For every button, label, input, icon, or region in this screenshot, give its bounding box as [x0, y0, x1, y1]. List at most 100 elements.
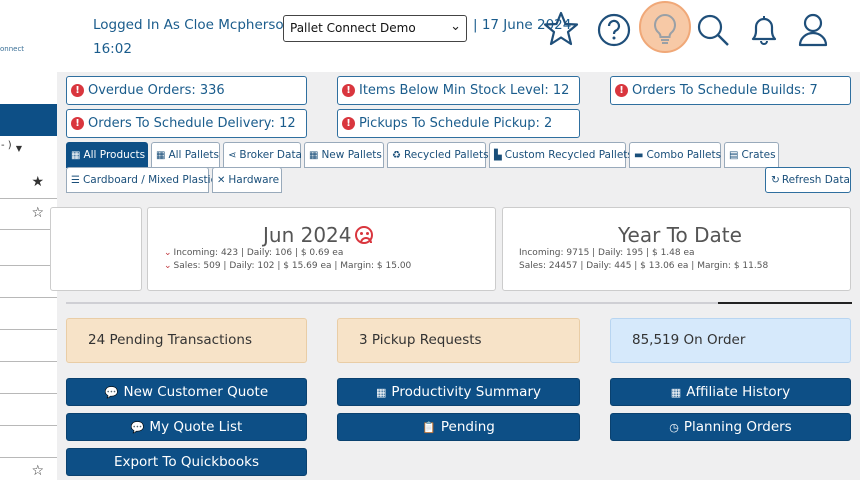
summary-month-sales: ⌄ Sales: 509 | Daily: 102 | $ 15.69 ea | … [164, 261, 411, 271]
user-icon[interactable] [792, 8, 834, 50]
alert-orders-to-schedule-delivery[interactable]: ! Orders To Schedule Delivery: 12 [66, 109, 307, 138]
my-quote-list-button[interactable]: 💬 My Quote List [66, 413, 307, 441]
pallet-icon: ▦ [309, 150, 319, 161]
sidebar-row[interactable]: ☆ [0, 454, 57, 480]
summary-card-month: Jun 2024 ⌄ Incoming: 423 | Daily: 106 | $… [147, 207, 496, 291]
lightbulb-icon[interactable] [644, 8, 686, 50]
sidebar-row[interactable]: ☆ [0, 199, 57, 230]
tab-crates[interactable]: ▤ Crates [724, 142, 779, 168]
sidebar-row[interactable] [0, 363, 57, 394]
tab-cardboard-mixed-plastic[interactable]: ☰ Cardboard / Mixed Plastic [66, 167, 216, 193]
chart-icon: ▙ [494, 150, 502, 161]
tab-label: All Products [83, 149, 146, 161]
alert-label: Orders To Schedule Delivery: 12 [88, 116, 296, 131]
new-customer-quote-button[interactable]: 💬 New Customer Quote [66, 378, 307, 406]
button-label: Export To Quickbooks [113, 454, 260, 470]
tab-custom-recycled-pallets[interactable]: ▙ Custom Recycled Pallets [489, 142, 633, 168]
clipboard-icon: 📋 [422, 421, 436, 434]
summary-ytd-sales: Sales: 24457 | Daily: 445 | $ 13.06 ea |… [519, 261, 769, 271]
chevron-down-icon: ⌄ [164, 261, 172, 271]
pickup-requests-tile[interactable]: 3 Pickup Requests [337, 318, 580, 363]
tab-label: Hardware [228, 174, 280, 186]
tab-all-products[interactable]: ▦ All Products [66, 142, 148, 168]
tab-hardware[interactable]: ✕ Hardware [212, 167, 282, 193]
comment-icon: 💬 [104, 386, 119, 399]
chevron-down-icon: ⌄ [450, 19, 461, 34]
clock-icon: ◷ [669, 421, 679, 434]
button-label: New Customer Quote [123, 384, 269, 400]
pallet-icon: ▦ [156, 150, 166, 161]
alert-label: Overdue Orders: 336 [88, 83, 225, 98]
tab-label: Custom Recycled Pallets [504, 149, 633, 161]
tools-icon: ✕ [217, 175, 226, 186]
tab-label: Recycled Pallets [403, 149, 489, 161]
on-order-tile[interactable]: 85,519 On Order [610, 318, 851, 363]
tab-label: All Pallets [168, 149, 219, 161]
share-icon: ⋖ [228, 150, 237, 161]
chevron-down-icon: ⌄ [164, 248, 172, 258]
tab-label: Combo Pallets [646, 149, 722, 161]
search-icon[interactable] [692, 8, 734, 50]
tab-label: Broker Data [239, 149, 302, 161]
star-icon[interactable] [540, 8, 582, 50]
summary-month-incoming: ⌄ Incoming: 423 | Daily: 106 | $ 0.69 ea [164, 248, 343, 258]
bell-icon[interactable] [743, 8, 785, 50]
company-select[interactable]: Pallet Connect Demo ⌄ [283, 15, 467, 42]
sidebar-row[interactable] [0, 395, 57, 426]
sidebar: onnect - ) ▼ ★ ☆ ☆ [0, 0, 57, 480]
logged-in-label: Logged In As Cloe Mcpherson | [93, 17, 302, 33]
sidebar-logo-text: onnect [0, 45, 25, 53]
summary-month-title-text: Jun 2024 [263, 223, 352, 247]
tab-label: Crates [741, 149, 776, 161]
header-time: 16:02 [93, 41, 132, 57]
app-root: onnect - ) ▼ ★ ☆ ☆ Logged In As Cloe Mcp… [0, 0, 860, 480]
carousel-progress-fill [718, 302, 852, 304]
alert-items-below-min-stock[interactable]: ! Items Below Min Stock Level: 12 [337, 76, 580, 105]
button-label: Productivity Summary [391, 384, 541, 400]
pending-button[interactable]: 📋 Pending [337, 413, 580, 441]
sidebar-active-item[interactable] [0, 104, 57, 136]
star-filled-icon[interactable]: ★ [31, 175, 44, 189]
star-outline-icon[interactable]: ☆ [31, 206, 44, 220]
alert-overdue-orders[interactable]: ! Overdue Orders: 336 [66, 76, 307, 105]
alert-icon: ! [342, 84, 355, 97]
tab-label: Cardboard / Mixed Plastic [82, 174, 217, 186]
export-to-quickbooks-button[interactable]: Export To Quickbooks [66, 448, 307, 476]
recycle-icon: ♻ [392, 150, 401, 161]
tab-combo-pallets[interactable]: ▬ Combo Pallets [629, 142, 721, 168]
refresh-data-button[interactable]: ↻ Refresh Data [765, 167, 851, 193]
company-select-value: Pallet Connect Demo [290, 21, 416, 35]
table-icon: ▦ [376, 386, 387, 399]
alert-icon: ! [342, 117, 355, 130]
pending-transactions-tile[interactable]: 24 Pending Transactions [66, 318, 307, 363]
summary-ytd-title: Year To Date [618, 223, 742, 247]
tab-new-pallets[interactable]: ▦ New Pallets [304, 142, 384, 168]
productivity-summary-button[interactable]: ▦ Productivity Summary [337, 378, 580, 406]
sidebar-row[interactable] [0, 267, 57, 298]
refresh-icon: ↻ [771, 174, 780, 186]
affiliate-history-button[interactable]: ▦ Affiliate History [610, 378, 851, 406]
tab-all-pallets[interactable]: ▦ All Pallets [151, 142, 220, 168]
sidebar-row[interactable] [0, 299, 57, 330]
grid-icon: ▦ [71, 150, 81, 161]
sidebar-filter-select[interactable]: - ) ▼ [0, 140, 57, 160]
alert-label: Orders To Schedule Builds: 7 [632, 83, 818, 98]
alert-label: Pickups To Schedule Pickup: 2 [359, 116, 553, 131]
alert-label: Items Below Min Stock Level: 12 [359, 83, 570, 98]
summary-month-sales-text: Sales: 509 | Daily: 102 | $ 15.69 ea | M… [173, 261, 412, 271]
alert-pickups-to-schedule[interactable]: ! Pickups To Schedule Pickup: 2 [337, 109, 580, 138]
sidebar-row[interactable] [0, 331, 57, 362]
sad-face-icon [354, 226, 373, 244]
alert-orders-to-schedule-builds[interactable]: ! Orders To Schedule Builds: 7 [610, 76, 851, 105]
caret-down-icon: ▼ [15, 144, 22, 153]
sidebar-row[interactable] [0, 235, 57, 266]
sidebar-row[interactable]: ★ [0, 168, 57, 199]
alert-icon: ! [71, 84, 84, 97]
planning-orders-button[interactable]: ◷ Planning Orders [610, 413, 851, 441]
tab-broker-data[interactable]: ⋖ Broker Data [223, 142, 302, 168]
summary-ytd-incoming: Incoming: 9715 | Daily: 195 | $ 1.48 ea [519, 248, 695, 258]
help-icon[interactable] [593, 8, 635, 50]
alert-icon: ! [615, 84, 628, 97]
star-outline-icon[interactable]: ☆ [31, 463, 44, 479]
tab-recycled-pallets[interactable]: ♻ Recycled Pallets [387, 142, 489, 168]
